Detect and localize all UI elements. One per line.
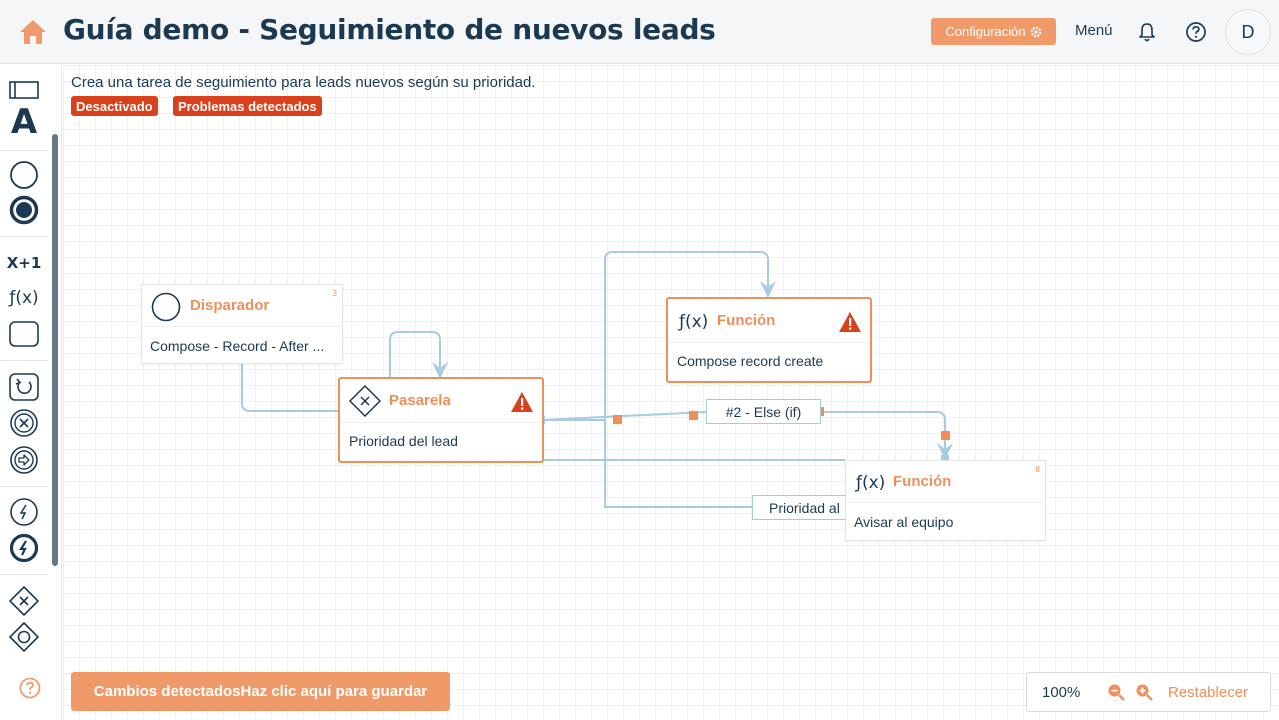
node-body: Prioridad del lead [349, 433, 458, 449]
node-count: 8 [1035, 465, 1040, 474]
node-count: 3 [332, 289, 337, 298]
inclusive-gateway-icon [9, 622, 39, 652]
tool-loop[interactable] [8, 371, 40, 403]
node-body: Compose - Record - After ... [150, 338, 325, 354]
node-body: Compose record create [677, 353, 824, 369]
start-event-icon [151, 292, 181, 322]
exclusive-gateway-icon [9, 586, 39, 616]
loop-icon [9, 373, 39, 401]
bell-icon[interactable] [1137, 21, 1157, 43]
tool-signal-event[interactable] [8, 496, 40, 528]
toolbar-divider [0, 486, 48, 487]
node-trigger[interactable]: Disparador 3 Compose - Record - After ..… [141, 284, 343, 364]
tool-exclusive-gateway[interactable] [8, 585, 40, 617]
node-body: Avisar al equipo [854, 514, 954, 530]
node-title: Pasarela [389, 392, 451, 409]
function-icon: ƒ(x) [679, 312, 709, 332]
element-toolbar: A X+1 ƒ(x) [0, 64, 62, 720]
zoom-out-icon[interactable] [1107, 683, 1125, 701]
tool-text-annotation[interactable]: A [8, 102, 40, 142]
toolbar-scrollbar[interactable] [52, 134, 58, 566]
tool-task[interactable] [8, 318, 40, 350]
avatar[interactable]: D [1225, 9, 1271, 55]
arrow-circle-icon [10, 446, 38, 474]
configuration-label: Configuración [945, 24, 1026, 39]
tool-expression[interactable]: X+1 [7, 247, 42, 279]
cancel-circle-icon [10, 409, 38, 437]
tool-function[interactable]: ƒ(x) [8, 282, 40, 314]
lightning-filled-circle-icon [9, 533, 39, 563]
help-icon[interactable] [1185, 21, 1207, 43]
start-event-icon [10, 161, 38, 189]
diagram-canvas[interactable] [63, 65, 1279, 720]
zoom-controls: 100% Restablecer [1026, 672, 1271, 712]
end-event-icon [9, 195, 39, 225]
tool-signal-end-event[interactable] [8, 532, 40, 564]
app-header: Guía demo - Seguimiento de nuevos leads … [0, 0, 1279, 64]
warning-icon [511, 392, 533, 412]
container-icon [9, 81, 39, 99]
node-title: Disparador [190, 297, 270, 314]
reset-zoom-link[interactable]: Restablecer [1168, 684, 1248, 701]
status-badge-disabled: Desactivado [71, 96, 158, 116]
tool-start-event[interactable] [8, 159, 40, 191]
tool-redirect-event[interactable] [8, 444, 40, 476]
gear-icon [1030, 26, 1041, 37]
function-icon: ƒ(x) [856, 473, 886, 493]
task-icon [9, 321, 39, 347]
lightning-circle-icon [10, 498, 38, 526]
save-changes-button[interactable]: Cambios detectadosHaz clic aquí para gua… [71, 672, 450, 711]
node-function-create[interactable]: ƒ(x) Función Compose record create [666, 297, 872, 383]
home-icon[interactable] [19, 19, 47, 45]
zoom-in-icon[interactable] [1135, 683, 1153, 701]
node-title: Función [893, 473, 952, 490]
toolbar-divider [0, 236, 48, 237]
exclusive-gateway-icon [349, 385, 381, 417]
tool-error-event[interactable] [8, 407, 40, 439]
configuration-button[interactable]: Configuración [931, 18, 1056, 45]
menu-link[interactable]: Menú [1075, 22, 1113, 39]
node-gateway[interactable]: Pasarela Prioridad del lead [338, 377, 544, 463]
status-badge-issues: Problemas detectados [173, 96, 322, 116]
toolbar-divider [0, 574, 48, 575]
toolbar-divider [0, 150, 48, 151]
node-function-notify[interactable]: ƒ(x) Función 8 Avisar al equipo [845, 460, 1046, 541]
warning-icon [839, 312, 861, 332]
page-title: Guía demo - Seguimiento de nuevos leads [63, 13, 716, 46]
node-title: Función [717, 312, 776, 329]
help-icon[interactable] [19, 677, 41, 699]
edge-label-else[interactable]: #2 - Else (if) [706, 399, 821, 424]
toolbar-divider [0, 360, 48, 361]
edge-label-priority[interactable]: Prioridad al [752, 495, 848, 520]
zoom-level: 100% [1042, 684, 1081, 701]
flow-description: Crea una tarea de seguimiento para leads… [71, 74, 536, 91]
tool-inclusive-gateway[interactable] [8, 621, 40, 653]
tool-end-event[interactable] [8, 194, 40, 226]
